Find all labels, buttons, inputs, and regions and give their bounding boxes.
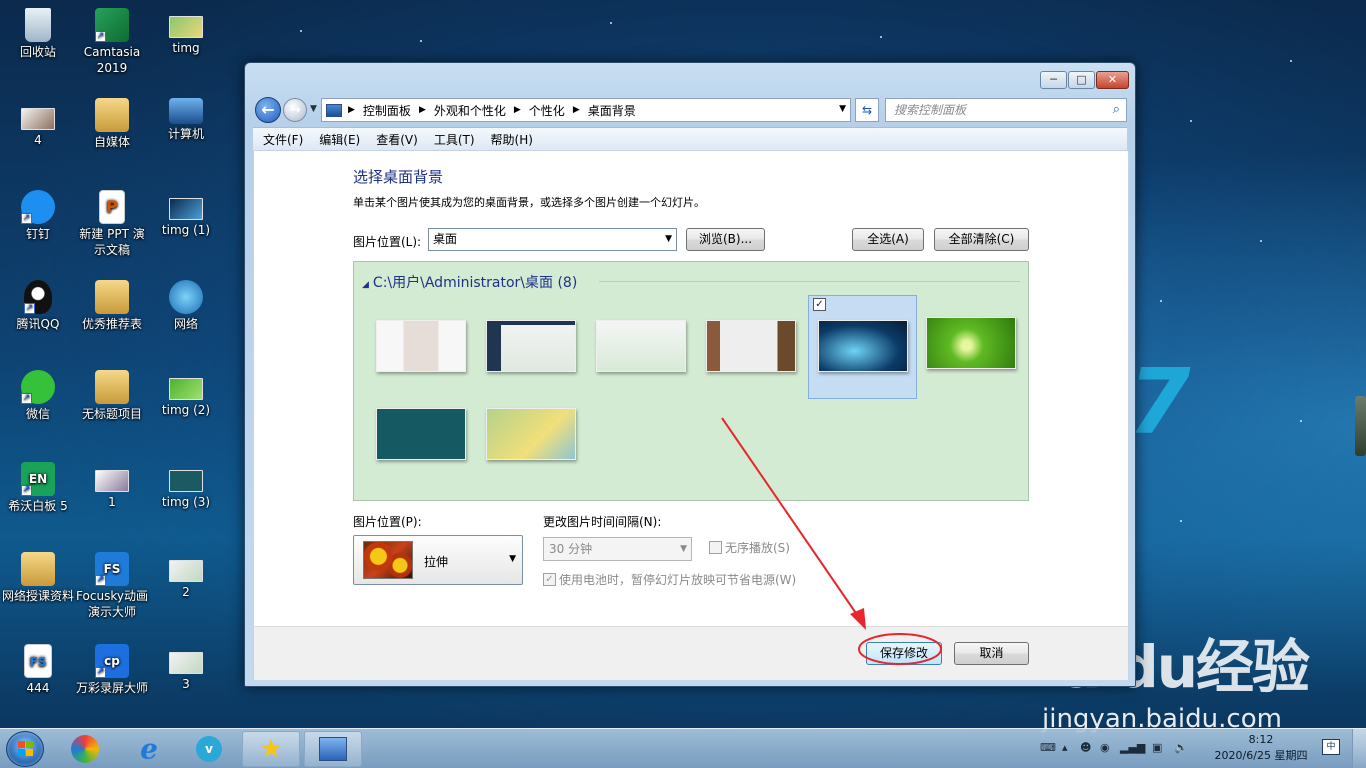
app-tray-icon[interactable]: ☻ — [1080, 741, 1091, 754]
clock[interactable]: 8:12 2020/6/25 星期四 — [1206, 732, 1316, 764]
annotation-arrowhead — [850, 608, 866, 630]
volume-icon[interactable]: 🔈 — [1174, 741, 1188, 754]
clock-date: 2020/6/25 星期四 — [1214, 749, 1308, 762]
qq-tray-icon[interactable]: ◉ — [1100, 741, 1110, 754]
system-tray: ⌨ ▴ ☻ ◉ ▂▄▆ ▣ 🔈 8:12 2020/6/25 星期四 — [1036, 729, 1366, 768]
windows-logo-icon — [18, 741, 34, 757]
clock-time: 8:12 — [1248, 733, 1274, 746]
v-app-icon: v — [196, 736, 222, 762]
show-desktop-button[interactable] — [1352, 729, 1366, 768]
taskbar-app-v[interactable]: v — [184, 731, 234, 767]
taskbar-app-color[interactable] — [60, 731, 110, 767]
internet-explorer-icon: e — [140, 732, 158, 766]
annotation-arrow-line — [721, 417, 863, 623]
taskbar-app-star[interactable]: ★ — [242, 731, 300, 767]
control-panel-icon — [319, 737, 347, 761]
ime-indicator[interactable]: 中 — [1322, 739, 1340, 755]
annotation-arrow — [721, 417, 942, 665]
keyboard-icon[interactable]: ⌨ — [1040, 741, 1056, 754]
signal-icon[interactable]: ▂▄▆ — [1120, 741, 1145, 754]
annotation-ellipse — [858, 633, 942, 665]
colorful-app-icon — [71, 735, 99, 763]
network-tray-icon[interactable]: ▣ — [1152, 741, 1162, 754]
star-app-icon: ★ — [259, 734, 283, 764]
taskbar: e v ★ ⌨ ▴ ☻ ◉ ▂▄▆ ▣ 🔈 8:12 2020/6/25 星期四… — [0, 728, 1366, 768]
taskbar-app-ie[interactable]: e — [124, 731, 174, 767]
taskbar-app-control-panel[interactable] — [304, 731, 362, 767]
start-button[interactable] — [6, 731, 44, 767]
show-hidden-icons-icon[interactable]: ▴ — [1062, 741, 1068, 754]
